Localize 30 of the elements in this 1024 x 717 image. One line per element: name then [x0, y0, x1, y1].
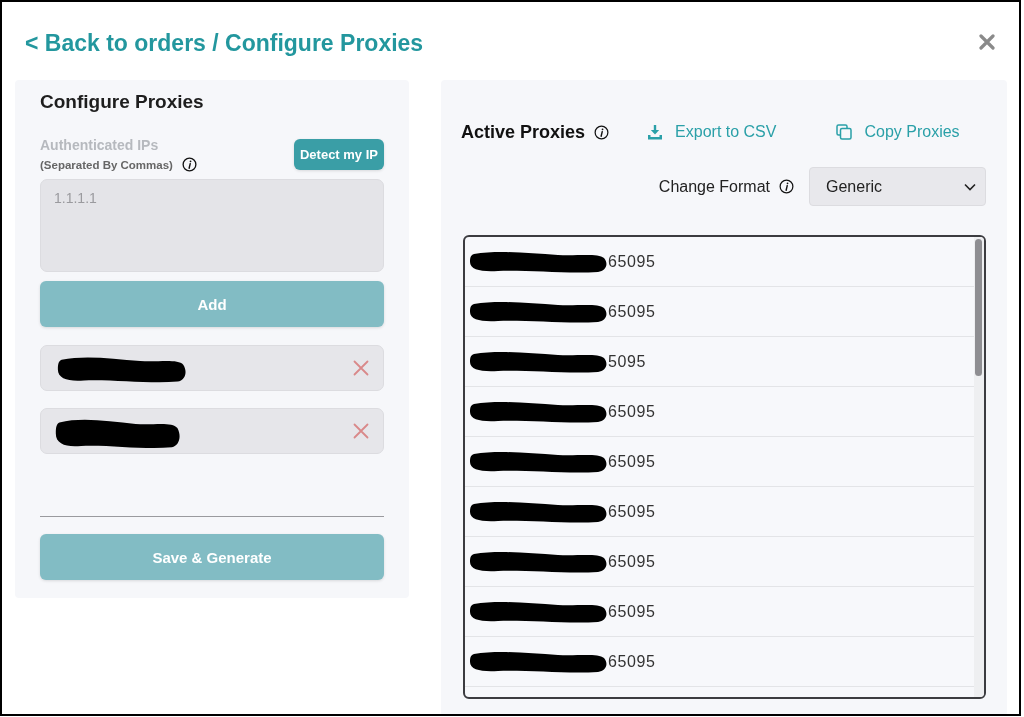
- field-label: Authenticated IPs: [40, 137, 159, 153]
- chevron-down-icon: [964, 182, 976, 191]
- proxy-text: 5095: [608, 352, 646, 371]
- field-hint: (Separated By Commas): [40, 157, 173, 172]
- download-icon[interactable]: [647, 124, 664, 140]
- proxy-text: 65095: [608, 652, 656, 671]
- copy-icon[interactable]: [836, 124, 853, 140]
- proxy-text: 65095: [608, 552, 656, 571]
- info-icon[interactable]: [181, 157, 197, 172]
- format-label: Change Format: [658, 177, 770, 196]
- export-csv-link[interactable]: Export to CSV: [675, 123, 777, 141]
- proxy-text: 65095: [608, 452, 656, 471]
- proxy-text: 65095: [608, 402, 656, 421]
- x-icon[interactable]: [353, 360, 369, 376]
- format-select[interactable]: Generic: [809, 167, 986, 206]
- x-icon[interactable]: [353, 423, 369, 439]
- panel-title: Configure Proxies: [40, 91, 204, 112]
- ips-input-field[interactable]: 1.1.1.1: [40, 179, 384, 272]
- info-icon[interactable]: [594, 124, 610, 140]
- proxy-text: 65095: [608, 252, 656, 271]
- info-icon[interactable]: [779, 179, 794, 194]
- back-link[interactable]: < Back to orders / Configure Proxies: [25, 29, 424, 57]
- proxy-text: 65095: [608, 502, 656, 521]
- proxy-text: 65095: [608, 302, 656, 321]
- scrollbar-thumb[interactable]: [975, 239, 982, 376]
- proxy-text: 65095: [608, 602, 656, 621]
- copy-proxies-link[interactable]: Copy Proxies: [864, 123, 960, 141]
- panel-title: Active Proxies: [461, 121, 586, 143]
- detect-ip-button[interactable]: Detect my IP: [293, 139, 384, 170]
- close-icon[interactable]: [979, 34, 995, 50]
